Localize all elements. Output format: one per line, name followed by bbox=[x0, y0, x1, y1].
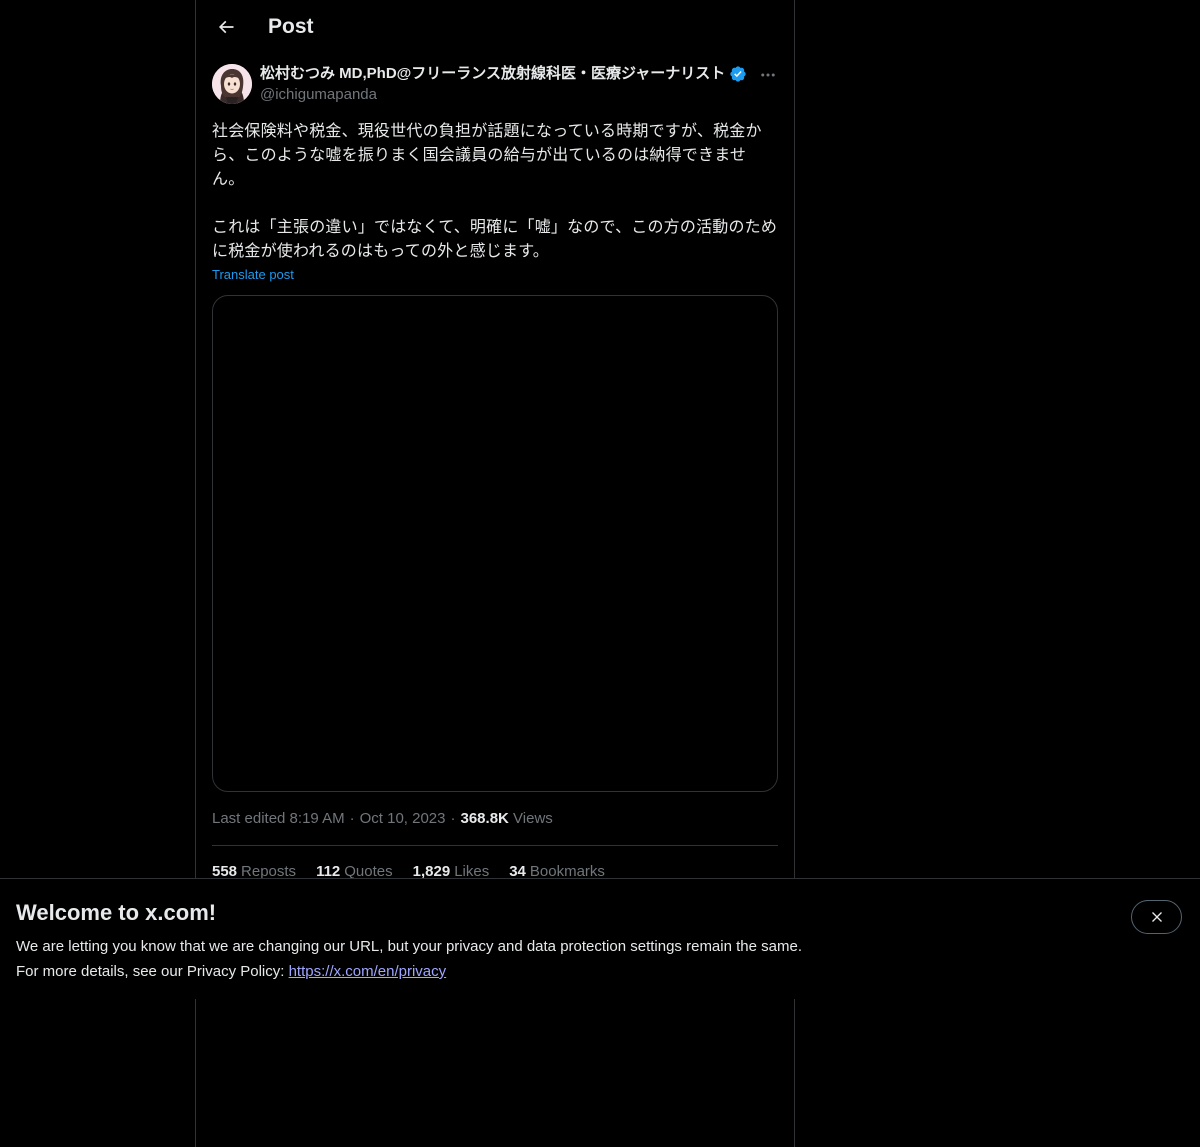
post-media[interactable] bbox=[212, 295, 778, 792]
arrow-left-icon bbox=[218, 20, 234, 34]
author-name-text: 松村むつみ MD,PhD@フリーランス放射線科医・医療ジャーナリスト bbox=[260, 65, 726, 82]
last-edited-time[interactable]: Last edited 8:19 AM bbox=[212, 810, 345, 827]
avatar-illustration-icon bbox=[212, 64, 252, 104]
post-header: Post bbox=[196, 0, 794, 54]
meta-separator: · bbox=[349, 810, 355, 827]
post-meta: Last edited 8:19 AM · Oct 10, 2023 · 368.8K … bbox=[212, 808, 553, 830]
back-button[interactable] bbox=[208, 9, 244, 45]
translate-post-link[interactable]: Translate post bbox=[212, 266, 294, 284]
meta-separator: · bbox=[450, 810, 456, 827]
banner-line-2: For more details, see our Privacy Policy… bbox=[16, 959, 916, 984]
post-date[interactable]: Oct 10, 2023 bbox=[360, 810, 446, 827]
banner-title: Welcome to x.com! bbox=[16, 900, 217, 925]
banner-text: We are letting you know that we are chan… bbox=[16, 934, 916, 984]
author-handle[interactable]: @ichigumapanda bbox=[260, 85, 377, 105]
privacy-policy-link[interactable]: https://x.com/en/privacy bbox=[289, 963, 447, 980]
verified-badge-icon bbox=[730, 66, 746, 82]
banner-line-2-prefix: For more details, see our Privacy Policy… bbox=[16, 963, 289, 980]
more-options-button[interactable] bbox=[756, 64, 780, 86]
banner-close-button[interactable] bbox=[1131, 900, 1182, 934]
divider bbox=[212, 845, 778, 846]
banner-line-1: We are letting you know that we are chan… bbox=[16, 938, 802, 955]
page-title: Post bbox=[268, 15, 314, 38]
author-avatar[interactable] bbox=[212, 64, 252, 104]
more-dots-icon bbox=[761, 73, 775, 77]
welcome-banner: Welcome to x.com! We are letting you kno… bbox=[0, 878, 1200, 999]
views-count: 368.8K bbox=[460, 810, 509, 827]
views-label: Views bbox=[513, 810, 553, 827]
close-icon bbox=[1151, 912, 1162, 922]
post-text: 社会保険料や税金、現役世代の負担が話題になっている時期ですが、税金から、このよう… bbox=[212, 121, 778, 260]
author-name[interactable]: 松村むつみ MD,PhD@フリーランス放射線科医・医療ジャーナリスト bbox=[260, 64, 747, 84]
